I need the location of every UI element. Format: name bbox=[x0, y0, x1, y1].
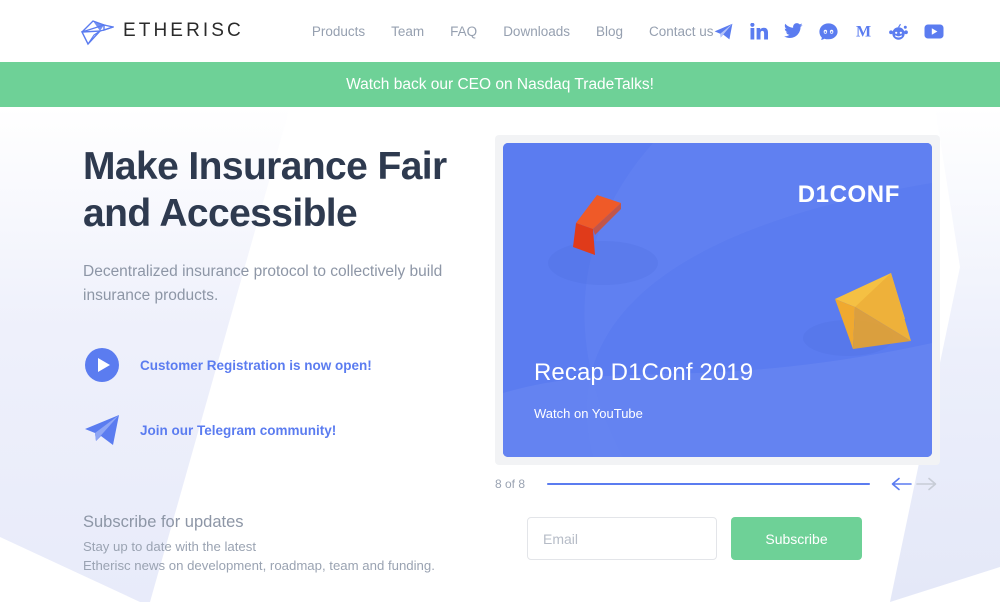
subscribe-title: Subscribe for updates bbox=[83, 513, 244, 531]
telegram-paper-plane-icon bbox=[83, 411, 121, 449]
cta-customer-registration-label: Customer Registration is now open! bbox=[140, 357, 372, 373]
page-root: ETHERISC Products Team FAQ Downloads Blo… bbox=[0, 0, 1000, 602]
cta-telegram-community[interactable]: Join our Telegram community! bbox=[83, 411, 483, 449]
carousel-progress-track[interactable] bbox=[547, 483, 870, 485]
headline-line-2: and Accessible bbox=[83, 192, 358, 235]
card-subtitle[interactable]: Watch on YouTube bbox=[534, 406, 643, 421]
hero-subheading: Decentralized insurance protocol to coll… bbox=[83, 263, 443, 304]
subscribe-info-block: Subscribe for updates Stay up to date wi… bbox=[83, 513, 463, 575]
arrow-left-icon bbox=[891, 477, 912, 491]
social-links: M bbox=[714, 21, 944, 41]
featured-card-frame: D1CONF Recap D1Conf 2019 Watch on YouTub… bbox=[495, 135, 940, 465]
twitter-icon[interactable] bbox=[784, 21, 804, 41]
site-header: ETHERISC Products Team FAQ Downloads Blo… bbox=[0, 0, 1000, 62]
nav-item-blog[interactable]: Blog bbox=[596, 24, 623, 39]
red-origami-shape bbox=[573, 195, 621, 255]
headline-line-1: Make Insurance Fair bbox=[83, 145, 447, 188]
subscribe-button[interactable]: Subscribe bbox=[731, 517, 862, 560]
carousel-controls: 8 of 8 bbox=[495, 473, 940, 495]
brand-logo[interactable]: ETHERISC bbox=[80, 16, 244, 46]
nav-item-downloads[interactable]: Downloads bbox=[503, 24, 570, 39]
announcement-banner[interactable]: Watch back our CEO on Nasdaq TradeTalks! bbox=[0, 62, 1000, 107]
reddit-icon[interactable] bbox=[889, 21, 909, 41]
carousel-prev-button[interactable] bbox=[888, 474, 914, 494]
arrow-right-icon bbox=[916, 477, 937, 491]
announcement-banner-text: Watch back our CEO on Nasdaq TradeTalks! bbox=[346, 75, 654, 93]
svg-text:M: M bbox=[856, 24, 871, 40]
email-input[interactable] bbox=[527, 517, 717, 560]
cta-telegram-community-label: Join our Telegram community! bbox=[140, 422, 337, 438]
subscribe-desc-line-2: Etherisc news on development, roadmap, t… bbox=[83, 558, 435, 573]
telegram-icon[interactable] bbox=[714, 21, 734, 41]
subscribe-desc-line-1: Stay up to date with the latest bbox=[83, 539, 257, 554]
featured-card[interactable]: D1CONF Recap D1Conf 2019 Watch on YouTub… bbox=[503, 143, 932, 457]
github-icon[interactable] bbox=[819, 21, 839, 41]
hero-section: Make Insurance Fair and Accessible Decen… bbox=[0, 107, 1000, 602]
play-circle-icon bbox=[83, 346, 121, 384]
linkedin-icon[interactable] bbox=[749, 21, 769, 41]
main-nav: Products Team FAQ Downloads Blog Contact… bbox=[312, 24, 714, 39]
hero-cta-list: Customer Registration is now open! Join … bbox=[83, 346, 483, 449]
brand-name: ETHERISC bbox=[123, 20, 244, 41]
hero-left-column: Make Insurance Fair and Accessible Decen… bbox=[83, 143, 483, 476]
carousel-progress-fill bbox=[547, 483, 870, 485]
nav-item-faq[interactable]: FAQ bbox=[450, 24, 477, 39]
cta-customer-registration[interactable]: Customer Registration is now open! bbox=[83, 346, 483, 384]
card-title: Recap D1Conf 2019 bbox=[534, 359, 754, 386]
subscribe-form: Subscribe bbox=[527, 517, 862, 560]
d1conf-logo: D1CONF bbox=[797, 181, 900, 208]
medium-icon[interactable]: M bbox=[854, 21, 874, 41]
youtube-icon[interactable] bbox=[924, 21, 944, 41]
page-title: Make Insurance Fair and Accessible bbox=[83, 143, 483, 237]
yellow-origami-shape bbox=[835, 273, 911, 349]
etherisc-bird-logo-icon bbox=[80, 16, 114, 46]
nav-item-team[interactable]: Team bbox=[391, 24, 424, 39]
nav-item-contact-us[interactable]: Contact us bbox=[649, 24, 714, 39]
carousel-next-button[interactable] bbox=[914, 474, 940, 494]
nav-item-products[interactable]: Products bbox=[312, 24, 365, 39]
carousel-counter: 8 of 8 bbox=[495, 477, 526, 491]
